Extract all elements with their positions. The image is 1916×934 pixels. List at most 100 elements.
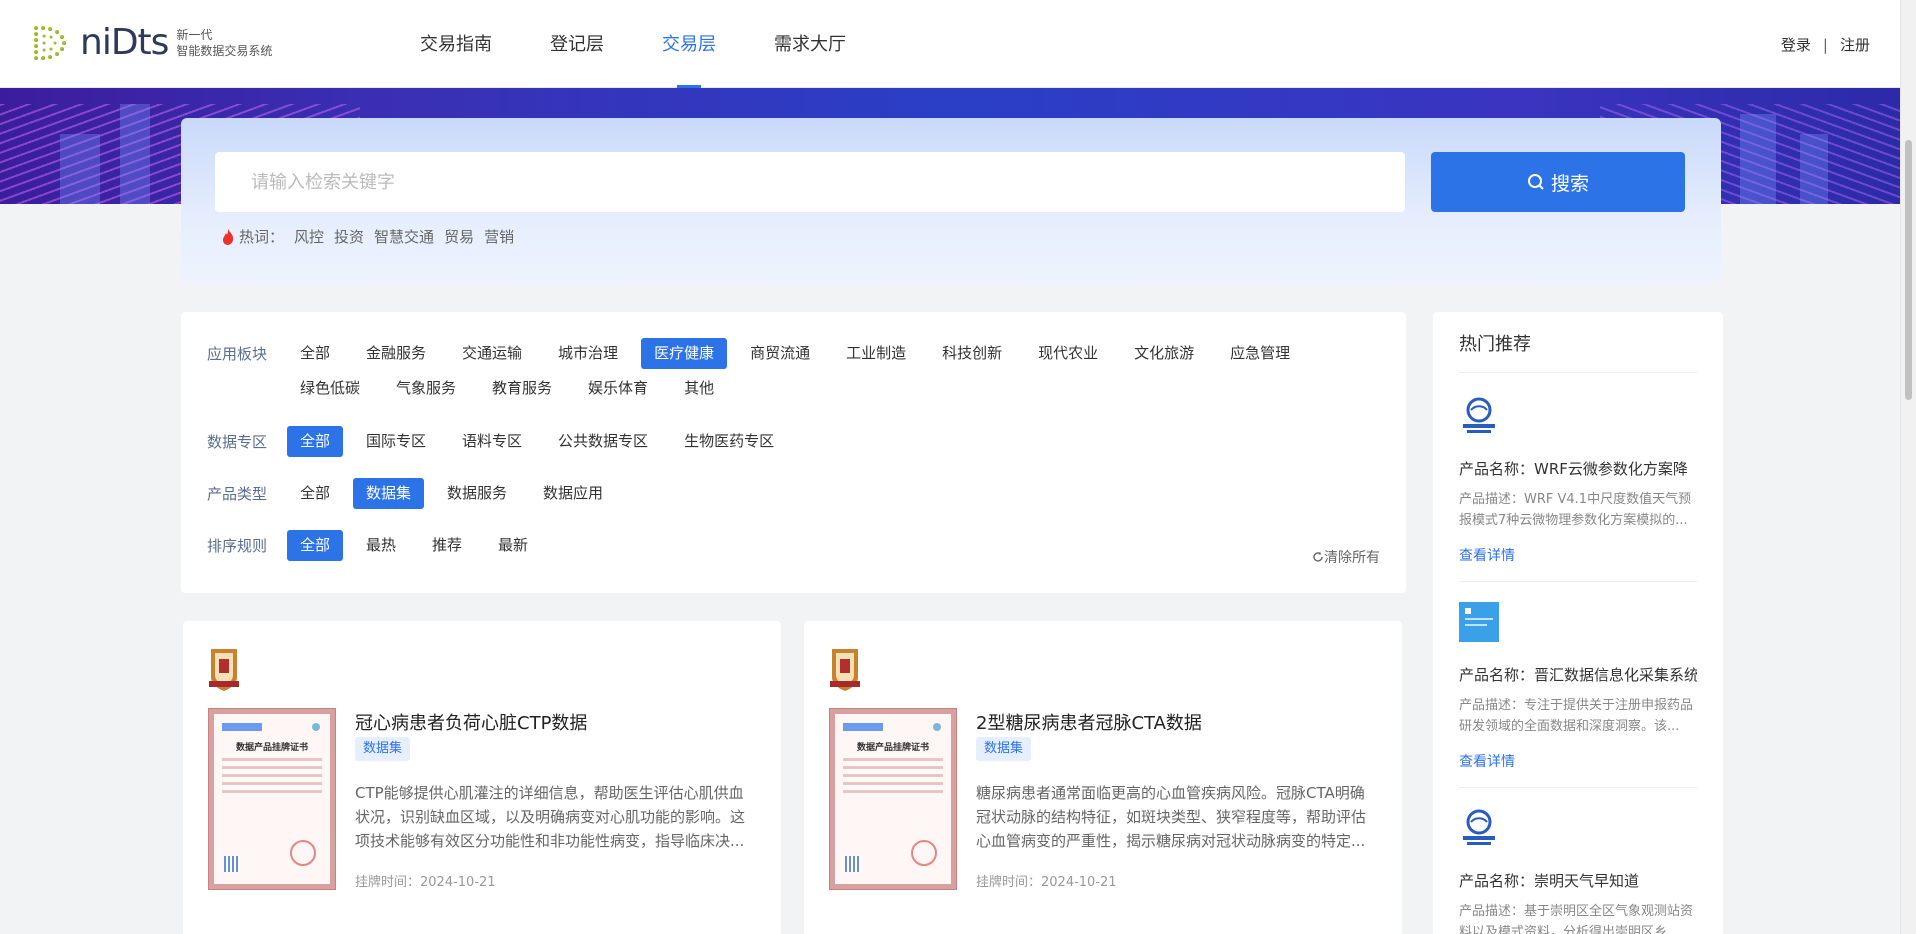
filter-row-application: 应用板块 全部 金融服务 交通运输 城市治理 医疗健康 商贸流通 工业制造 科技… xyxy=(207,338,1347,408)
filter-option[interactable]: 商贸流通 xyxy=(737,338,823,369)
cert-title: 数据产品挂牌证书 xyxy=(235,743,308,753)
certificate-image: 数据产品挂牌证书 xyxy=(208,708,336,890)
filter-option-selected[interactable]: 全部 xyxy=(287,426,344,457)
cert-line xyxy=(222,790,322,793)
cert-logo-icon xyxy=(222,723,262,731)
login-link[interactable]: 登录 xyxy=(1781,34,1811,55)
auth-links: 登录 | 注册 xyxy=(1781,34,1870,55)
recommend-desc: 产品描述：专注于提供关于注册申报药品研发领域的全面数据和深度洞察。该... xyxy=(1459,698,1694,734)
filter-option-selected[interactable]: 医疗健康 xyxy=(641,338,728,369)
filter-option[interactable]: 数据应用 xyxy=(530,478,616,509)
hot-word[interactable]: 智慧交通 xyxy=(374,226,434,247)
filter-option[interactable]: 最热 xyxy=(353,530,409,561)
cert-line xyxy=(222,766,322,769)
hot-word[interactable]: 风控 xyxy=(294,226,324,247)
filter-option[interactable]: 城市治理 xyxy=(545,338,631,369)
hot-recommend-title: 热门推荐 xyxy=(1459,334,1531,355)
filter-label: 排序规则 xyxy=(207,537,268,555)
nav-item-registry[interactable]: 登记层 xyxy=(550,0,604,88)
hot-word[interactable]: 营销 xyxy=(484,226,514,247)
fire-icon xyxy=(223,228,234,245)
hot-word[interactable]: 贸易 xyxy=(444,226,474,247)
cert-header xyxy=(222,722,322,732)
nav-item-demand-hall[interactable]: 需求大厅 xyxy=(774,0,846,88)
filter-option[interactable]: 气象服务 xyxy=(383,373,469,404)
product-description: CTP能够提供心肌灌注的详细信息，帮助医生评估心肌供血状况，识别缺血区域，以及明… xyxy=(355,784,746,850)
filter-option[interactable]: 科技创新 xyxy=(929,338,1015,369)
nav-item-guide[interactable]: 交易指南 xyxy=(420,0,492,88)
divider xyxy=(1459,581,1697,582)
view-details-link[interactable]: 查看详情 xyxy=(1459,751,1697,771)
cert-line xyxy=(843,774,943,777)
banner-building xyxy=(1740,114,1776,204)
product-card[interactable]: 数据产品挂牌证书 2型糖尿病患者冠脉CTA数据 数据集 糖尿病患者通常面临更高的… xyxy=(804,621,1402,934)
filter-option[interactable]: 推荐 xyxy=(419,530,475,561)
logo-subtitle: 新一代 智能数据交易系统 xyxy=(176,27,272,59)
recommend-item: 产品名称：崇明天气早知道 产品描述：基于崇明区全区气象观测站资料以及模式资料，分… xyxy=(1459,808,1697,934)
weather-logo-icon xyxy=(1463,809,1495,845)
filter-option[interactable]: 文化旅游 xyxy=(1121,338,1207,369)
scrollbar-thumb[interactable] xyxy=(1905,140,1912,400)
logo-wordmark: niDts xyxy=(80,22,169,63)
site-logo[interactable]: niDts 新一代 智能数据交易系统 xyxy=(30,22,272,64)
filter-label: 产品类型 xyxy=(207,485,268,503)
search-input[interactable] xyxy=(215,152,1405,212)
filter-option[interactable]: 生物医药专区 xyxy=(671,426,787,457)
filter-options: 全部 数据集 数据服务 数据应用 xyxy=(287,478,1347,513)
recommend-item: 产品名称：WRF云微参数化方案降 产品描述：WRF V4.1中尺度数值天气预报模… xyxy=(1459,396,1697,582)
filter-option[interactable]: 最新 xyxy=(485,530,541,561)
filter-label: 应用板块 xyxy=(207,345,268,363)
filter-option[interactable]: 其他 xyxy=(671,373,727,404)
product-type-tag: 数据集 xyxy=(355,737,411,761)
filter-options: 全部 国际专区 语料专区 公共数据专区 生物医药专区 xyxy=(287,426,1347,461)
filter-option[interactable]: 全部 xyxy=(287,478,343,509)
hot-recommend-panel: 热门推荐 产品名称：WRF云微参数化方案降 产品描述：WRF V4.1中尺度数值… xyxy=(1433,312,1723,934)
cert-line xyxy=(222,774,322,777)
filter-row-sort: 排序规则 全部 最热 推荐 最新 xyxy=(207,530,1347,565)
filter-options: 全部 金融服务 交通运输 城市治理 医疗健康 商贸流通 工业制造 科技创新 现代… xyxy=(287,338,1347,408)
banner-building xyxy=(60,134,100,204)
filter-option[interactable]: 应急管理 xyxy=(1217,338,1303,369)
hot-word[interactable]: 投资 xyxy=(334,226,364,247)
filter-option[interactable]: 绿色低碳 xyxy=(287,373,373,404)
product-description: 糖尿病患者通常面临更高的心血管疾病风险。冠脉CTA明确冠状动脉的结构特征，如斑块… xyxy=(976,784,1367,850)
filter-option[interactable]: 娱乐体育 xyxy=(575,373,661,404)
divider xyxy=(1459,372,1697,373)
filter-option[interactable]: 语料专区 xyxy=(449,426,535,457)
page-scrollbar[interactable] xyxy=(1900,0,1916,934)
filter-option-selected[interactable]: 全部 xyxy=(287,530,344,561)
filter-option[interactable]: 数据服务 xyxy=(434,478,520,509)
recommend-desc: 产品描述：WRF V4.1中尺度数值天气预报模式7种云微物理参数化方案模拟的..… xyxy=(1459,492,1692,528)
banner-building xyxy=(120,104,150,204)
cert-stamp-icon xyxy=(911,840,937,866)
filter-option[interactable]: 公共数据专区 xyxy=(545,426,661,457)
product-type-tag: 数据集 xyxy=(976,737,1032,761)
filter-option[interactable]: 工业制造 xyxy=(833,338,919,369)
register-link[interactable]: 注册 xyxy=(1840,34,1870,55)
cert-line xyxy=(843,790,943,793)
product-listed-date: 挂牌时间：2024-10-21 xyxy=(976,875,1117,890)
search-button[interactable]: 搜索 xyxy=(1431,152,1685,212)
filter-option[interactable]: 全部 xyxy=(287,338,343,369)
filter-options: 全部 最热 推荐 最新 xyxy=(287,530,1347,565)
cert-emblem-icon xyxy=(933,723,941,731)
search-icon xyxy=(1527,174,1544,190)
clear-all-button[interactable]: 清除所有 xyxy=(1312,547,1380,567)
filter-option[interactable]: 教育服务 xyxy=(479,373,565,404)
filter-option[interactable]: 交通运输 xyxy=(449,338,535,369)
nav-item-trading[interactable]: 交易层 xyxy=(662,0,716,88)
filter-option[interactable]: 现代农业 xyxy=(1025,338,1111,369)
product-title[interactable]: 2型糖尿病患者冠脉CTA数据 xyxy=(976,709,1202,735)
cert-line xyxy=(843,766,943,769)
weather-logo-icon xyxy=(1463,397,1495,433)
product-card[interactable]: 数据产品挂牌证书 冠心病患者负荷心脏CTP数据 数据集 CTP能够提供心肌灌注的… xyxy=(183,621,781,934)
logo-sub-line1: 新一代 xyxy=(176,28,213,42)
filter-option[interactable]: 金融服务 xyxy=(353,338,439,369)
product-title[interactable]: 冠心病患者负荷心脏CTP数据 xyxy=(355,709,587,735)
filter-option-selected[interactable]: 数据集 xyxy=(353,478,425,509)
logo-sub-line2: 智能数据交易系统 xyxy=(176,44,273,58)
view-details-link[interactable]: 查看详情 xyxy=(1459,545,1697,565)
logo-mark-icon xyxy=(34,26,66,60)
filter-option[interactable]: 国际专区 xyxy=(353,426,439,457)
cert-qr-icon xyxy=(224,856,240,872)
